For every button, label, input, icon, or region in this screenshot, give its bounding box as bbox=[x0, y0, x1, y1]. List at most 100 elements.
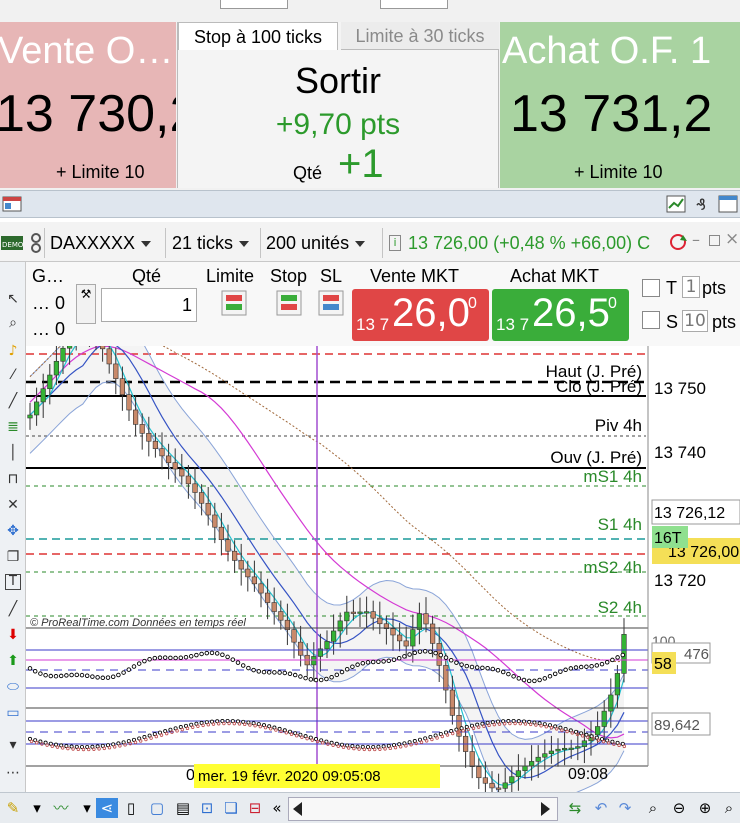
limit-order-icon[interactable] bbox=[221, 290, 247, 316]
refresh-icon[interactable]: ⇆ bbox=[564, 798, 586, 818]
price-axis-13720: 13 720 bbox=[654, 571, 706, 590]
minimize-icon[interactable]: – bbox=[692, 230, 700, 249]
window-icon[interactable] bbox=[718, 195, 738, 213]
tools-icon[interactable]: ✕ bbox=[3, 496, 23, 514]
exit-button[interactable]: Sortir bbox=[178, 60, 498, 102]
zoom-in-icon[interactable]: ⊕ bbox=[694, 798, 716, 818]
time-label-left: 0 bbox=[186, 767, 195, 784]
osc1-dot bbox=[495, 668, 501, 673]
close-icon[interactable]: × bbox=[725, 229, 739, 249]
fibonacci-icon[interactable]: ≣ bbox=[3, 418, 23, 436]
segment-icon[interactable]: ⁄ bbox=[3, 366, 23, 384]
share-icon[interactable]: ⋖ bbox=[96, 798, 118, 818]
alerts-icon[interactable]: ⊟ bbox=[244, 798, 266, 818]
info-icon[interactable]: i bbox=[389, 235, 401, 251]
candle-body bbox=[396, 634, 403, 642]
cursor-icon[interactable]: ↖ bbox=[3, 290, 23, 308]
time-label-right: 09:08 bbox=[568, 766, 608, 783]
magnet-icon[interactable]: ⊓ bbox=[3, 470, 23, 488]
candle-body bbox=[350, 611, 357, 614]
osc1-dot bbox=[589, 663, 594, 669]
osc1-dot bbox=[604, 659, 610, 665]
layout-icon[interactable] bbox=[2, 195, 22, 213]
scroll-right-icon[interactable] bbox=[541, 802, 550, 816]
windows-icon[interactable]: ❏ bbox=[220, 798, 242, 818]
zoom-reset-icon[interactable]: ⌕ bbox=[718, 798, 740, 818]
osc1-dot bbox=[53, 673, 59, 679]
zoom-frame-icon[interactable]: ⊡ bbox=[196, 798, 218, 818]
copy-icon[interactable]: ❐ bbox=[3, 548, 23, 566]
candle-body bbox=[271, 602, 277, 612]
scroll-far-left-icon[interactable]: « bbox=[266, 798, 288, 818]
tab-limit-30-ticks[interactable]: Limite à 30 ticks bbox=[341, 22, 499, 50]
ellipse-icon[interactable]: ⬭ bbox=[3, 678, 23, 696]
osc1-dot bbox=[428, 649, 433, 654]
more-tools-icon[interactable]: ▾ bbox=[3, 736, 23, 754]
stop-loss-icon[interactable] bbox=[318, 290, 344, 316]
comment-icon[interactable]: ▢ bbox=[146, 798, 168, 818]
quantity-spinner-stub[interactable] bbox=[220, 0, 288, 9]
move-icon[interactable]: ✥ bbox=[3, 522, 23, 540]
zoom-icon[interactable]: ⌕ bbox=[3, 314, 23, 332]
zoom-out-icon[interactable]: ⊖ bbox=[668, 798, 690, 818]
add-indicator-icon[interactable]: 〰 bbox=[50, 798, 72, 818]
candle-body bbox=[482, 777, 489, 784]
osc1-dot bbox=[261, 669, 267, 675]
chart-icon[interactable] bbox=[666, 195, 686, 213]
sync-icon[interactable] bbox=[668, 232, 688, 252]
svg-text:₰: ₰ bbox=[696, 195, 706, 214]
redo-icon[interactable]: ↷ bbox=[614, 798, 636, 818]
sell-market-button[interactable]: 13 7 26,0 0 bbox=[352, 289, 489, 341]
gain-label: G… bbox=[32, 266, 65, 286]
stop-order-icon[interactable] bbox=[276, 290, 302, 316]
osc1-dot bbox=[214, 651, 220, 656]
buy-mkt-prefix: 13 7 bbox=[496, 315, 530, 334]
osc1-dot bbox=[615, 655, 620, 660]
wrench-icon[interactable]: ⚒ bbox=[76, 284, 96, 324]
ray-icon[interactable]: ╱ bbox=[3, 600, 23, 618]
exit-panel: Stop à 100 ticks Limite à 30 ticks Sorti… bbox=[177, 22, 499, 188]
sell-order-panel[interactable]: Vente O… 13 730,2 + Limite 10 bbox=[0, 22, 176, 188]
instrument-dropdown[interactable]: DAXXXXX bbox=[50, 229, 152, 257]
ticks-spinner-stub[interactable] bbox=[380, 0, 448, 9]
zoom-fit-icon[interactable]: ⌕ bbox=[642, 798, 664, 818]
draw-tool-icon[interactable]: ✎ bbox=[2, 798, 24, 818]
properties-icon[interactable]: ▤ bbox=[172, 798, 194, 818]
up-arrow-icon[interactable]: ⬆ bbox=[3, 652, 23, 670]
osc1-dot bbox=[402, 654, 407, 659]
link-icon[interactable] bbox=[28, 231, 44, 255]
line-icon[interactable]: ╱ bbox=[3, 392, 23, 410]
alert-bell-icon[interactable]: ♪ bbox=[3, 342, 23, 360]
interval-dropdown[interactable]: 21 ticks bbox=[172, 229, 250, 257]
candle-body bbox=[542, 753, 548, 758]
tab-stop-100-ticks[interactable]: Stop à 100 ticks bbox=[178, 22, 338, 50]
indicator-icon[interactable]: ₰ bbox=[694, 194, 714, 214]
units-label: 200 unités bbox=[266, 233, 350, 253]
stop-input[interactable]: 10 bbox=[682, 310, 708, 332]
quantity-input[interactable] bbox=[101, 288, 197, 322]
vertical-line-icon[interactable]: │ bbox=[3, 444, 23, 462]
buy-market-button[interactable]: 13 7 26,5 0 bbox=[492, 289, 629, 341]
data-icon[interactable]: ▯ bbox=[120, 798, 142, 818]
price-chart[interactable]: Haut (J. Pré) Clo (J. Pré) Piv 4h Ouv (J. P… bbox=[26, 346, 740, 792]
osc1-dot bbox=[339, 669, 345, 675]
dropdown-arrow-icon[interactable]: ▾ bbox=[26, 798, 48, 818]
options-icon[interactable]: ⋯ bbox=[3, 764, 23, 782]
candle-body bbox=[100, 346, 106, 350]
rectangle-icon[interactable]: ▭ bbox=[3, 704, 23, 722]
osc1-dot bbox=[64, 673, 69, 678]
text-icon[interactable]: T bbox=[5, 574, 21, 590]
horizontal-scrollbar[interactable] bbox=[288, 797, 558, 821]
scroll-left-icon[interactable] bbox=[293, 802, 302, 816]
target-checkbox[interactable] bbox=[642, 279, 660, 297]
osc1-dot bbox=[292, 672, 298, 678]
undo-icon[interactable]: ↶ bbox=[590, 798, 612, 818]
stop-checkbox[interactable] bbox=[642, 311, 660, 329]
down-arrow-icon[interactable]: ⬇ bbox=[3, 626, 23, 644]
sell-mkt-prefix: 13 7 bbox=[356, 315, 390, 334]
buy-order-panel[interactable]: Achat O.F. 1 13 731,2 + Limite 10 bbox=[500, 22, 740, 188]
units-dropdown[interactable]: 200 unités bbox=[266, 229, 366, 257]
target-input[interactable]: 1 bbox=[682, 276, 700, 298]
maximize-icon[interactable] bbox=[709, 235, 720, 246]
dropdown-arrow-2-icon[interactable]: ▾ bbox=[76, 798, 98, 818]
